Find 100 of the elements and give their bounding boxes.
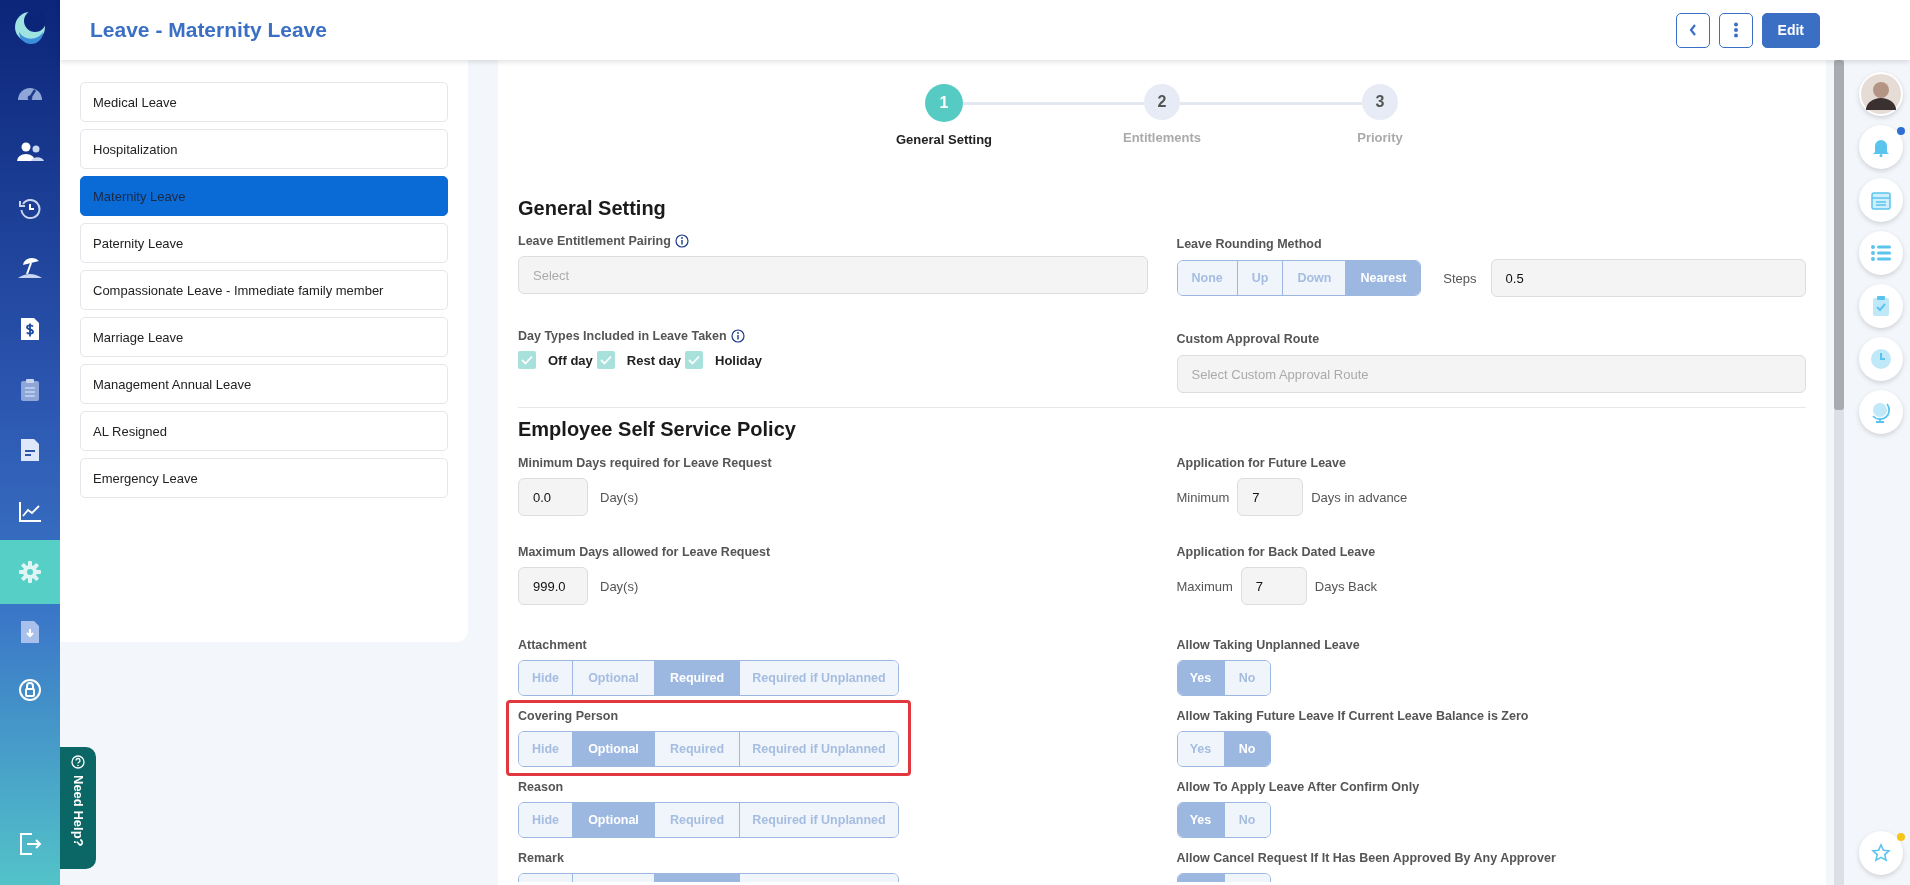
segment-option[interactable]: Optional <box>572 661 654 695</box>
leave-type-item[interactable]: Management Annual Leave <box>80 364 448 404</box>
number-field[interactable]: 7 <box>1237 478 1304 516</box>
field-label: Allow To Apply Leave After Confirm Only <box>1176 780 1420 794</box>
leave-type-item[interactable]: Hospitalization <box>80 129 448 169</box>
segment-option[interactable]: Nearest <box>1345 261 1421 295</box>
lock-circle-icon[interactable] <box>18 678 42 702</box>
segment-option[interactable]: Required if Unplanned <box>739 803 898 837</box>
segment-option[interactable]: Required <box>654 803 739 837</box>
help-icon <box>71 755 85 769</box>
field-label: Allow Cancel Request If It Has Been Approved By Any Approver <box>1176 851 1556 865</box>
segment-option[interactable]: Yes <box>1177 803 1224 837</box>
moon-logo-icon[interactable] <box>13 10 47 44</box>
segment-option[interactable]: Yes <box>1177 661 1224 695</box>
number-field[interactable]: 7 <box>1240 567 1307 605</box>
field-label: Attachment <box>518 638 587 652</box>
field-label: Minimum <box>1176 489 1230 505</box>
back-button[interactable] <box>1675 12 1710 48</box>
field-label: Application for Future Leave <box>1176 456 1346 470</box>
checkbox-label: Holiday <box>715 352 762 368</box>
segment-option[interactable]: No <box>1223 732 1270 766</box>
segment-option[interactable]: Yes <box>1177 732 1224 766</box>
line-chart-icon[interactable] <box>18 501 42 523</box>
unit-label: Day(s) <box>600 578 639 594</box>
bell-icon <box>1871 137 1891 157</box>
clock-icon <box>1870 348 1892 370</box>
segment-option[interactable]: Up <box>1236 261 1283 295</box>
leave-type-item[interactable]: Emergency Leave <box>80 458 448 498</box>
field-label: Application for Back Dated Leave <box>1176 545 1376 559</box>
segment-option[interactable]: Hide <box>519 732 572 766</box>
clipboard-icon[interactable] <box>20 378 40 402</box>
leave-type-item[interactable]: Compassionate Leave - Immediate family member <box>80 270 448 310</box>
section-heading: Employee Self Service Policy <box>518 418 797 441</box>
number-field[interactable]: 0.0 <box>518 478 588 516</box>
field-label: Allow Taking Future Leave If Current Leave Balance is Zero <box>1176 709 1529 723</box>
segment-option[interactable]: Required <box>654 732 739 766</box>
field-label: Minimum Days required for Leave Request <box>518 456 772 470</box>
more-button[interactable] <box>1718 12 1753 48</box>
avatar[interactable] <box>1859 72 1903 116</box>
segment-option[interactable]: Required if Unplanned <box>739 732 898 766</box>
steps-field[interactable]: 0.5 <box>1490 259 1806 297</box>
segment-option[interactable]: Required if Unplanned <box>739 661 898 695</box>
person-silhouette-icon <box>1861 74 1901 114</box>
info-icon[interactable] <box>730 329 745 343</box>
scrollbar-thumb[interactable] <box>1834 60 1844 410</box>
document-icon[interactable] <box>20 438 40 462</box>
field-label: Maximum <box>1176 578 1233 594</box>
segment-option[interactable]: Optional <box>572 803 654 837</box>
dollar-document-icon[interactable] <box>20 317 40 341</box>
step-label: Priority <box>1357 130 1403 145</box>
notification-dot <box>1897 127 1905 135</box>
leave-type-item[interactable]: Marriage Leave <box>80 317 448 357</box>
segment-option[interactable]: Hide <box>519 661 572 695</box>
field-label: Steps <box>1443 270 1477 286</box>
segment-option[interactable]: Optional <box>572 732 654 766</box>
logout-icon[interactable] <box>18 832 42 856</box>
check-icon <box>599 355 612 365</box>
info-icon[interactable] <box>674 234 689 248</box>
field-label: Custom Approval Route <box>1176 332 1320 346</box>
people-icon[interactable] <box>16 142 44 162</box>
field-label: Leave Entitlement Pairing <box>518 234 671 248</box>
globe-icon <box>1870 401 1892 423</box>
calendar-icon <box>1871 190 1891 210</box>
more-vertical-icon <box>1732 22 1739 38</box>
segment-option[interactable]: Down <box>1282 261 1346 295</box>
select-field[interactable]: Select <box>518 256 1148 294</box>
checkbox-label: Rest day <box>626 352 681 368</box>
leave-type-item[interactable]: AL Resigned <box>80 411 448 451</box>
field-label: Remark <box>518 851 564 865</box>
checkbox[interactable] <box>596 351 615 369</box>
download-document-icon[interactable] <box>20 620 40 644</box>
section-heading: General Setting <box>518 197 667 220</box>
field-label: Covering Person <box>518 709 619 723</box>
leave-type-item[interactable]: Paternity Leave <box>80 223 448 263</box>
unit-label: Days in advance <box>1311 489 1408 505</box>
segment-option[interactable]: No <box>1223 661 1270 695</box>
step-circle[interactable]: 2 <box>1144 84 1180 120</box>
notifications-button[interactable] <box>1859 125 1903 169</box>
check-icon <box>521 355 533 365</box>
history-clock-icon[interactable] <box>19 198 41 220</box>
edit-button[interactable]: Edit <box>1761 12 1820 48</box>
checkbox-label: Off day <box>548 352 593 368</box>
number-field[interactable]: 999.0 <box>518 567 588 605</box>
step-label: Entitlements <box>1123 130 1201 145</box>
field-label: Reason <box>518 780 564 794</box>
checkbox[interactable] <box>685 351 703 369</box>
beach-umbrella-icon[interactable] <box>17 257 43 279</box>
segment-option[interactable]: Hide <box>519 803 572 837</box>
star-icon <box>1871 843 1891 863</box>
segment-option[interactable]: Required <box>654 661 739 695</box>
step-circle[interactable]: 1 <box>925 84 963 122</box>
select-field[interactable]: Select Custom Approval Route <box>1176 355 1806 393</box>
segment-option[interactable]: None <box>1177 261 1237 295</box>
segment-option[interactable]: No <box>1223 803 1270 837</box>
field-label: Leave Rounding Method <box>1176 237 1322 251</box>
leave-type-item[interactable]: Medical Leave <box>80 82 448 122</box>
checkbox[interactable] <box>518 351 536 369</box>
leave-type-item[interactable]: Maternity Leave <box>80 176 448 216</box>
step-circle[interactable]: 3 <box>1362 84 1398 120</box>
notification-dot <box>1897 833 1905 841</box>
